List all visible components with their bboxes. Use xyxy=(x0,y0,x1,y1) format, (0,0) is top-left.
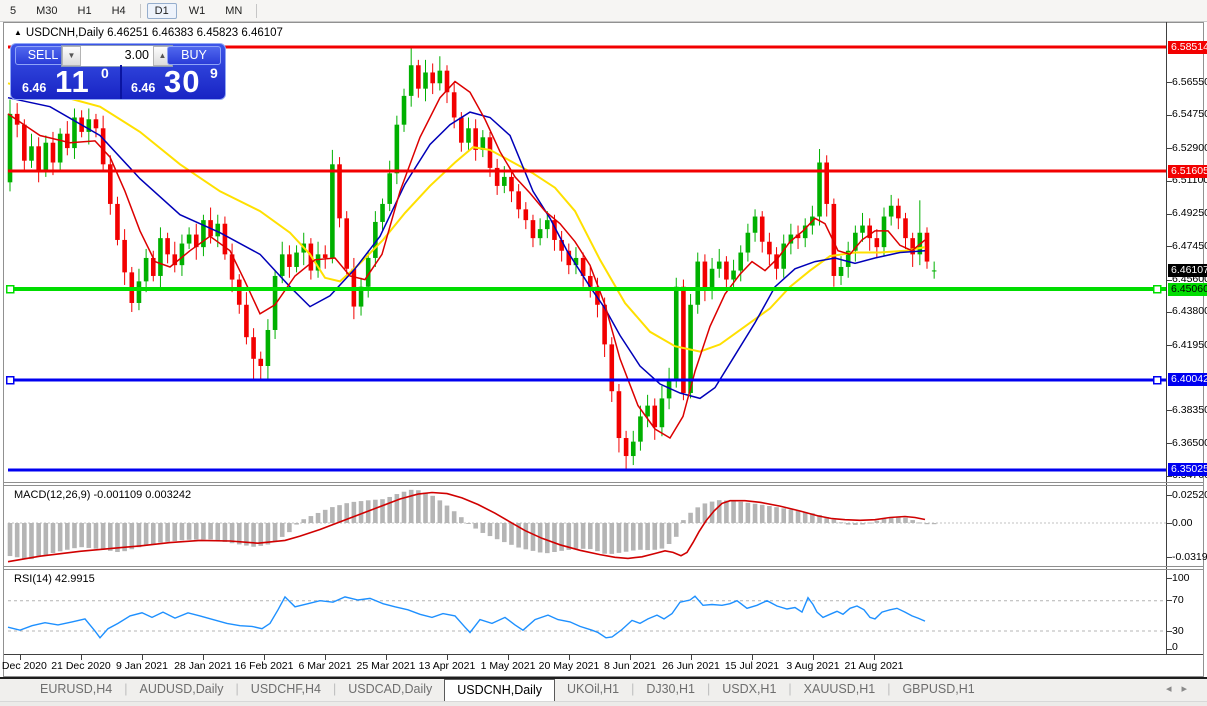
chart-title: ▲ USDCNH,Daily 6.46251 6.46383 6.45823 6.… xyxy=(14,27,283,39)
bid-price-button[interactable]: 6.46 11 0 xyxy=(13,65,118,99)
axis-ticks xyxy=(21,83,1173,661)
trading-terminal: 5M30H1H4D1W1MN ▲USDCNH,Daily 6.46251 6.4… xyxy=(0,0,1207,706)
macd-tick-label: -0.03199 xyxy=(1172,551,1207,564)
price-axis: 6.565506.547506.529006.511006.492506.474… xyxy=(1168,0,1207,706)
line-drag-handle[interactable] xyxy=(1154,286,1161,293)
ask-price-pip-digit: 9 xyxy=(210,65,218,81)
bid-price-big-digits: 11 xyxy=(55,64,90,100)
bid-price-prefix: 6.46 xyxy=(22,81,46,95)
rsi-tick-label: 70 xyxy=(1172,594,1184,607)
price-tag-label: 6.35025 xyxy=(1168,463,1207,476)
tab-ukoil-h1[interactable]: UKOil,H1 xyxy=(555,679,631,701)
price-tick-label: 6.56550 xyxy=(1172,76,1207,89)
tab-audusd-daily[interactable]: AUDUSD,Daily xyxy=(128,679,236,701)
one-click-trading-panel: SELL ▼ 3.00 ▲ BUY 6.46 11 0 6.46 30 9 xyxy=(10,43,226,100)
price-tag-label: 6.45060 xyxy=(1168,283,1207,296)
price-tick-label: 6.49250 xyxy=(1172,207,1207,220)
price-tag-label: 6.46107 xyxy=(1168,264,1207,277)
volume-input[interactable]: 3.00 xyxy=(81,46,153,66)
price-tick-label: 6.41950 xyxy=(1172,339,1207,352)
rsi-panel xyxy=(8,596,1166,638)
line-drag-handle[interactable] xyxy=(1154,377,1161,384)
price-tag-label: 6.58514 xyxy=(1168,41,1207,54)
candlesticks xyxy=(8,47,937,470)
symbol-tab-bar: EURUSD,H4|AUDUSD,Daily|USDCHF,H4|USDCAD,… xyxy=(0,679,1207,701)
tab-eurusd-h4[interactable]: EURUSD,H4 xyxy=(28,679,124,701)
tab-xauusd-h1[interactable]: XAUUSD,H1 xyxy=(792,679,888,701)
tab-usdcad-daily[interactable]: USDCAD,Daily xyxy=(336,679,444,701)
tab-scroll-left-icon[interactable]: ◂ xyxy=(1166,683,1182,695)
date-label: 21 Aug 2021 xyxy=(838,660,910,672)
rsi-tick-label: 0 xyxy=(1172,641,1178,654)
bid-price-pip-digit: 0 xyxy=(101,65,109,81)
collapse-panel-icon[interactable]: ▲ xyxy=(14,28,22,37)
rsi-indicator-label: RSI(14) 42.9915 xyxy=(14,573,95,585)
volume-decrease-icon[interactable]: ▼ xyxy=(62,46,81,66)
date-axis: 2 Dec 202021 Dec 20209 Jan 202128 Jan 20… xyxy=(0,658,1207,675)
tab-scroll-right-icon[interactable]: ▸ xyxy=(1181,683,1197,695)
line-drag-handle[interactable] xyxy=(7,377,14,384)
price-tick-label: 6.54750 xyxy=(1172,108,1207,121)
macd-indicator-label: MACD(12,26,9) -0.001109 0.003242 xyxy=(14,489,191,501)
price-tick-label: 6.52900 xyxy=(1172,142,1207,155)
macd-tick-label: 0.00 xyxy=(1172,517,1192,530)
ask-price-prefix: 6.46 xyxy=(131,81,155,95)
tab-usdchf-h4[interactable]: USDCHF,H4 xyxy=(239,679,333,701)
ask-price-button[interactable]: 6.46 30 9 xyxy=(120,65,227,99)
chart-symbol-label: USDCNH,Daily xyxy=(26,27,104,39)
trade-buttons-row: SELL ▼ 3.00 ▲ BUY xyxy=(11,44,225,65)
price-tag-label: 6.40042 xyxy=(1168,373,1207,386)
tab-gbpusd-h1[interactable]: GBPUSD,H1 xyxy=(890,679,986,701)
price-tick-label: 6.47450 xyxy=(1172,240,1207,253)
tab-usdcnh-daily[interactable]: USDCNH,Daily xyxy=(444,679,555,701)
price-tick-label: 6.38350 xyxy=(1172,404,1207,417)
price-tick-label: 6.36500 xyxy=(1172,437,1207,450)
line-drag-handle[interactable] xyxy=(7,286,14,293)
chart-ohlc-values: 6.46251 6.46383 6.45823 6.46107 xyxy=(107,27,283,39)
tab-dj30-h1[interactable]: DJ30,H1 xyxy=(634,679,707,701)
ask-price-big-digits: 30 xyxy=(164,64,200,100)
macd-tick-label: 0.025209 xyxy=(1172,489,1207,502)
tab-scroll-arrows: ◂▸ xyxy=(1166,682,1197,695)
rsi-tick-label: 100 xyxy=(1172,572,1190,585)
chart-canvas[interactable] xyxy=(0,0,1207,706)
rsi-tick-label: 30 xyxy=(1172,625,1184,638)
buy-button[interactable]: BUY xyxy=(167,46,221,65)
price-tag-label: 6.51605 xyxy=(1168,165,1207,178)
price-tick-label: 6.43800 xyxy=(1172,305,1207,318)
tab-usdx-h1[interactable]: USDX,H1 xyxy=(710,679,788,701)
